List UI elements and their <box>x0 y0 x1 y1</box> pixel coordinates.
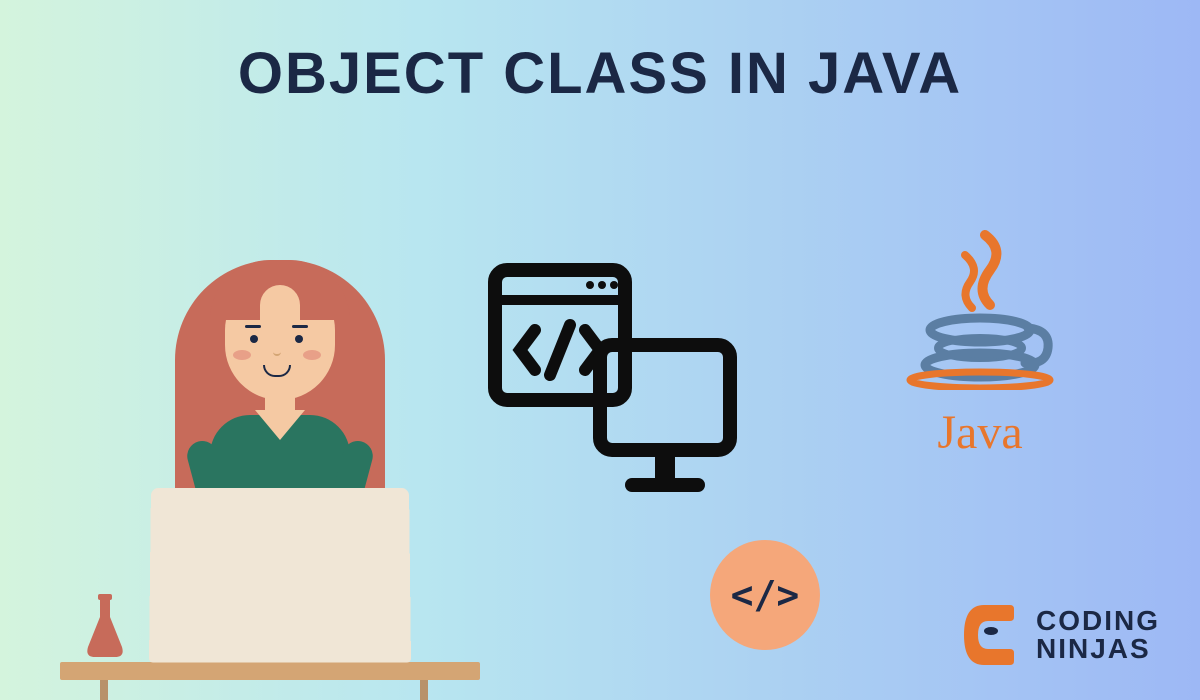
eye <box>295 335 303 343</box>
flask-icon <box>80 592 130 662</box>
page-title: OBJECT CLASS IN JAVA <box>238 40 962 107</box>
person-illustration <box>165 230 395 530</box>
code-badge-icon: </> <box>710 540 820 650</box>
brand-logo: CODING NINJAS <box>964 605 1160 665</box>
desk-surface <box>60 662 480 680</box>
code-monitor-icon <box>480 250 740 510</box>
hair-part <box>260 285 300 320</box>
eyebrow <box>245 325 261 328</box>
laptop-icon <box>149 488 411 663</box>
brand-line2: NINJAS <box>1036 635 1160 663</box>
brand-line1: CODING <box>1036 607 1160 635</box>
java-text: Java <box>890 405 1070 460</box>
brand-text: CODING NINJAS <box>1036 607 1160 663</box>
java-logo: Java <box>890 220 1070 470</box>
brand-c-icon <box>964 605 1024 665</box>
blush <box>233 350 251 360</box>
blush <box>303 350 321 360</box>
illustration-scene <box>60 220 540 700</box>
eye <box>250 335 258 343</box>
code-symbol: </> <box>731 573 800 617</box>
eyebrow <box>292 325 308 328</box>
